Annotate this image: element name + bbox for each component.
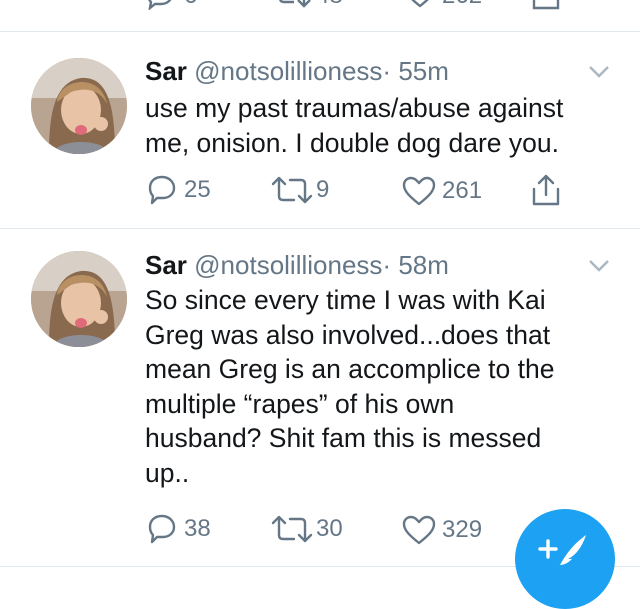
previous-tweet-actions: 6 48 262 [0,0,640,30]
retweet-icon [271,176,313,204]
tweet-text-line: husband? Shit fam this is messed [145,423,542,453]
separator-dot: · [382,250,392,280]
avatar-photo [31,251,127,347]
like-count: 329 [442,516,483,543]
handle[interactable]: @notsolillioness [194,250,382,280]
previous-like-count: 262 [442,0,482,10]
tweet-text-line: up.. [145,457,190,488]
display-name[interactable]: Sar [145,56,187,86]
tweet-text-line: me, onision. I double dog dare you. [145,127,559,158]
display-name[interactable]: Sar [145,250,187,280]
tweet-header: Sar @notsolillioness· 58m [145,250,449,280]
tweet-text: use my past traumas/abuse against me, on… [145,91,615,160]
share-icon [532,174,560,206]
timestamp[interactable]: 58m [398,250,449,280]
previous-reply-count: 6 [184,0,197,10]
tweet-text-line: use my past traumas/abuse against [145,93,564,123]
share-icon[interactable] [531,0,561,12]
tweet-header: Sar @notsolillioness· 55m [145,56,449,86]
heart-icon [402,515,436,545]
retweet-button[interactable]: 30 [270,515,343,543]
tweet-text-line: multiple “rapes” of his own [145,388,455,419]
avatar[interactable] [31,58,127,154]
retweet-count: 9 [316,176,330,203]
reply-icon [148,175,176,205]
retweet-count: 30 [316,515,343,542]
heart-icon[interactable] [402,0,438,8]
like-button[interactable]: 329 [402,515,482,545]
tweet[interactable]: Sar @notsolillioness· 55m use my past tr… [0,32,640,228]
chevron-down-icon[interactable] [588,65,610,79]
handle[interactable]: @notsolillioness [194,56,382,86]
tweet-text-line: Greg was also involved...does that [145,319,551,350]
retweet-icon[interactable] [270,0,314,8]
timestamp[interactable]: 55m [398,56,449,86]
reply-button[interactable]: 25 [146,174,211,206]
avatar[interactable] [31,251,127,347]
retweet-button[interactable]: 9 [270,176,329,204]
tweet-text: So since every time I was with Kai Greg … [145,283,615,490]
reply-button[interactable]: 38 [146,513,211,545]
share-button[interactable] [531,173,561,207]
heart-icon [402,176,436,206]
like-button[interactable]: 261 [402,176,482,206]
previous-retweet-count: 48 [316,0,343,10]
separator-dot: · [382,56,392,86]
tweet-text-line: mean Greg is an accomplice to the [145,354,555,384]
reply-icon[interactable] [142,0,178,10]
reply-count: 38 [184,515,211,542]
reply-icon [148,514,176,544]
tweet-text-line: So since every time I was with Kai [145,285,546,315]
chevron-down-icon[interactable] [588,259,610,273]
avatar-photo [31,58,127,154]
reply-count: 25 [184,176,211,203]
retweet-icon [271,515,313,543]
like-count: 261 [442,177,483,204]
compose-tweet-icon [538,535,586,569]
